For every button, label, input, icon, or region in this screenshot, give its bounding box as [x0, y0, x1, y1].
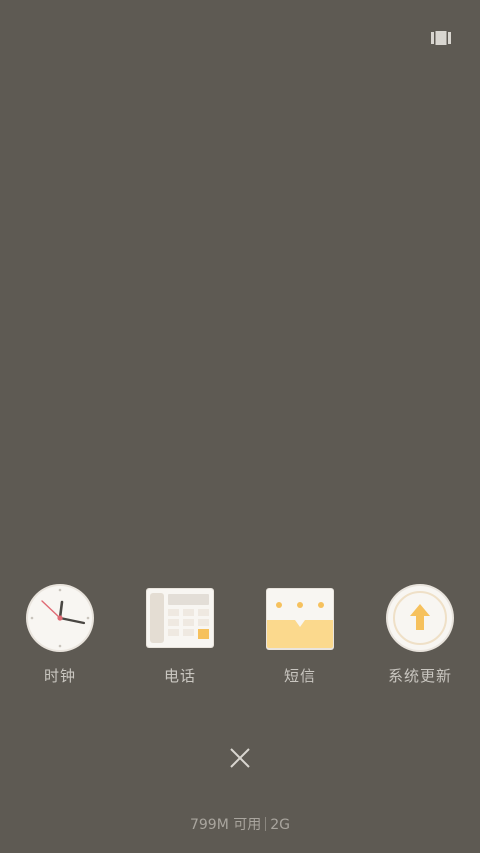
phone-icon	[146, 584, 214, 652]
system-update-icon	[386, 584, 454, 652]
app-label-system-update: 系统更新	[387, 667, 452, 685]
close-icon[interactable]	[228, 746, 252, 770]
memory-available: 799M 可用	[189, 817, 262, 833]
app-label-clock: 时钟	[43, 667, 76, 685]
app-clock[interactable]: 时钟	[10, 584, 110, 694]
memory-total: 2G	[270, 817, 291, 833]
recent-apps-dock: 时钟 电话 短信 系统更新	[0, 584, 480, 694]
messages-icon	[266, 584, 334, 652]
clock-icon	[26, 584, 94, 652]
app-label-phone: 电话	[163, 667, 196, 685]
recents-layout-icon[interactable]	[431, 30, 451, 46]
app-system-update[interactable]: 系统更新	[370, 584, 470, 694]
app-label-messages: 短信	[283, 667, 316, 685]
memory-info: 799M 可用 2G	[0, 814, 480, 836]
memory-divider	[265, 817, 267, 831]
app-messages[interactable]: 短信	[250, 584, 350, 694]
app-phone[interactable]: 电话	[130, 584, 230, 694]
